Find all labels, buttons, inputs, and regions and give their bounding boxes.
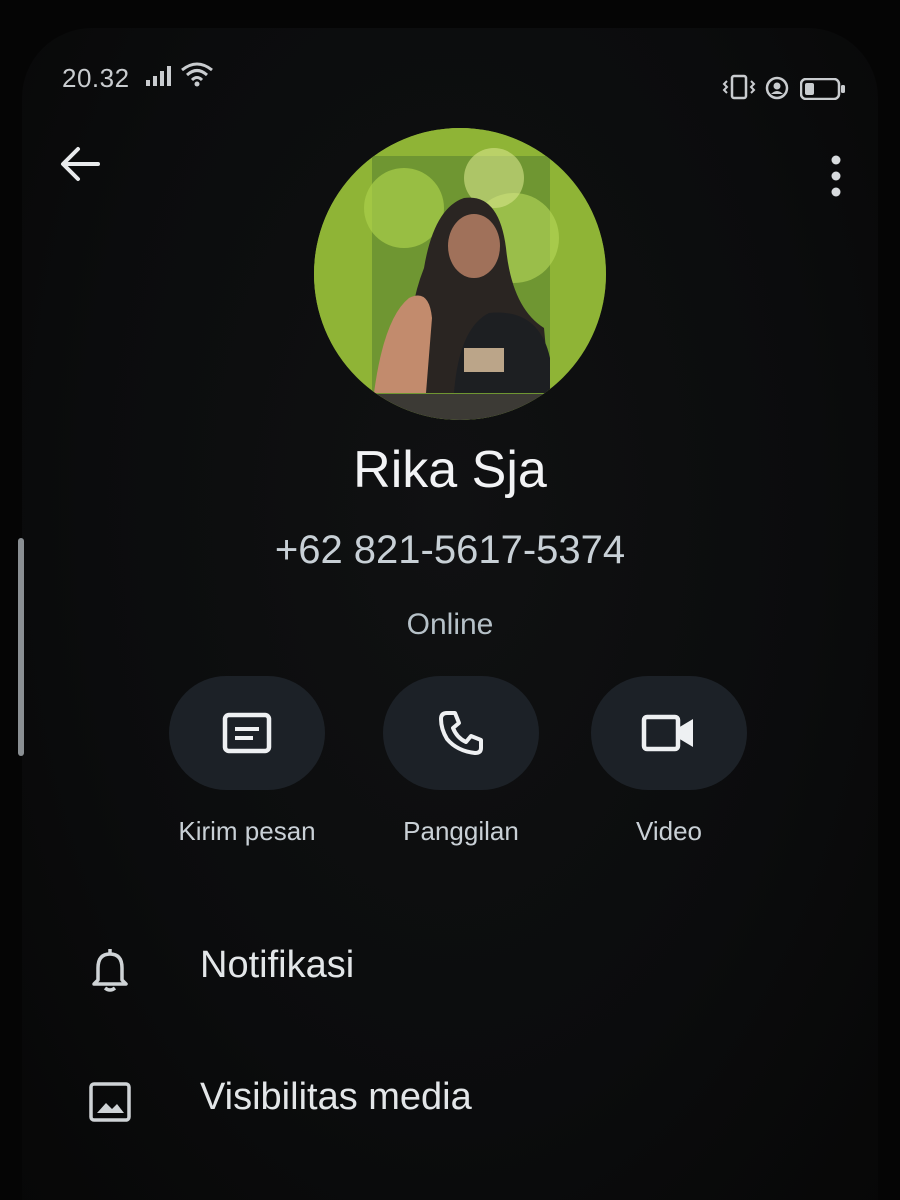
status-time: 20.32	[62, 63, 130, 93]
menu-item-label: Visibilitas media	[200, 1076, 472, 1118]
message-icon	[222, 712, 272, 754]
send-message-label: Kirim pesan	[178, 816, 316, 846]
bell-icon	[88, 948, 132, 992]
menu-item-notifications[interactable]: Notifikasi	[22, 918, 878, 1018]
more-vertical-icon	[831, 155, 841, 197]
video-call-button[interactable]: Video	[569, 676, 769, 876]
contact-name: Rika Sja	[353, 441, 547, 499]
send-message-pill[interactable]	[169, 676, 325, 790]
image-icon	[88, 1080, 132, 1124]
scroll-indicator[interactable]	[18, 538, 24, 756]
send-message-button[interactable]: Kirim pesan	[147, 676, 347, 876]
contact-status: Online	[406, 608, 494, 641]
voice-call-pill[interactable]	[383, 676, 539, 790]
contact-info-screen: 20.32 Rika Sja +62 821-5617-5374 Online …	[18, 28, 878, 1200]
menu-item-media-visibility[interactable]: Visibilitas media	[22, 1050, 878, 1150]
vibrate-icon	[722, 74, 756, 105]
menu-item-label: Notifikasi	[200, 944, 355, 986]
arrow-left-icon	[61, 147, 100, 181]
video-call-label: Video	[635, 816, 703, 846]
video-icon	[641, 714, 693, 752]
signal-icon	[146, 66, 172, 91]
video-call-pill[interactable]	[591, 676, 747, 790]
contact-phone-number[interactable]: +62 821-5617-5374	[22, 528, 878, 573]
status-bar: 20.32	[22, 28, 878, 118]
more-options-button[interactable]	[816, 150, 856, 202]
avatar[interactable]	[314, 128, 606, 420]
voice-call-button[interactable]: Panggilan	[361, 676, 561, 876]
voice-call-label: Panggilan	[403, 816, 519, 846]
phone-icon	[439, 711, 483, 755]
back-button[interactable]	[54, 138, 106, 190]
wifi-icon	[180, 61, 214, 92]
battery-icon	[799, 77, 846, 105]
alarm-icon	[764, 74, 790, 105]
